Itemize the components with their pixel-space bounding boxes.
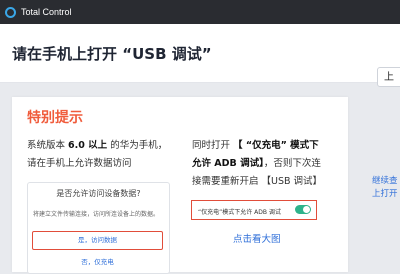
side-link-open[interactable]: 上打开 xyxy=(372,187,398,199)
right-line-3: 接需要重新开启 【USB 调试】 xyxy=(192,176,323,187)
prompt-title: 是否允许访问设备数据? xyxy=(56,189,141,198)
tip-heading: 特别提示 xyxy=(27,110,83,126)
adb-toggle-switch[interactable] xyxy=(295,205,311,214)
header-button[interactable]: 上 xyxy=(377,67,400,87)
tip-line-1: 系统版本 6.0 以上 的华为手机， xyxy=(27,140,168,151)
dialog-header: 请在手机上打开 “USB 调试” 上 xyxy=(0,24,400,87)
right-line-2: 允许 ADB 调试】，否则下次连 xyxy=(192,158,321,169)
toggle-label: “仅充电”模式下允许 ADB 调试 xyxy=(198,209,281,216)
dialog-title: 请在手机上打开 “USB 调试” xyxy=(12,45,212,63)
allow-access-button[interactable]: 是，访问数据 xyxy=(32,231,163,250)
right-line-1: 同时打开 【 “仅充电” 模式下 xyxy=(192,140,319,151)
window-title: Total Control xyxy=(21,7,72,17)
tip-line-2: 请在手机上允许数据访问 xyxy=(27,158,132,169)
app-icon xyxy=(5,6,16,18)
view-large-image-link[interactable]: 点击看大图 xyxy=(233,231,281,245)
prompt-description: 将建立文件传输连接，访问所连设备上的数据。 xyxy=(33,211,160,218)
title-bar: Total Control xyxy=(0,0,400,24)
adb-toggle-setting: “仅充电”模式下允许 ADB 调试 xyxy=(191,200,317,220)
phone-prompt-card: 是否允许访问设备数据? 将建立文件传输连接，访问所连设备上的数据。 是，访问数据… xyxy=(27,182,170,274)
toggle-knob xyxy=(303,206,310,213)
side-link-continue[interactable]: 继续查 xyxy=(372,174,398,186)
